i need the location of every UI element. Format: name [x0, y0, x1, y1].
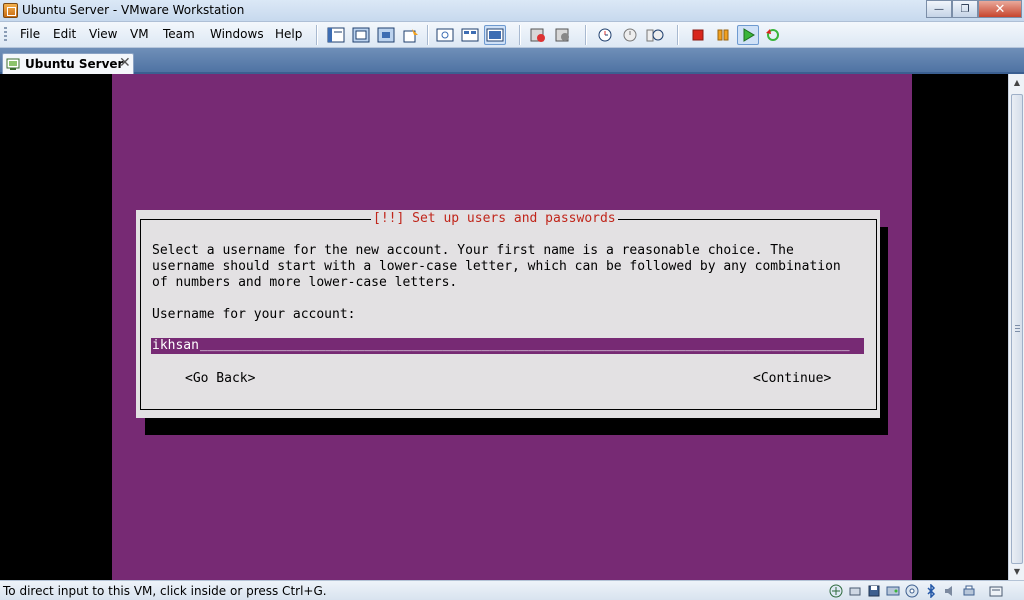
- tab-close-icon[interactable]: ✕: [119, 55, 131, 71]
- clone-manager-icon[interactable]: [644, 25, 666, 45]
- tab-label: Ubuntu Server: [25, 57, 124, 71]
- floppy-icon[interactable]: [866, 583, 882, 599]
- toolbar-separator: [677, 25, 679, 45]
- power-off-icon[interactable]: [687, 25, 709, 45]
- usb-icon[interactable]: [847, 583, 863, 599]
- continue-button[interactable]: <Continue>: [753, 371, 831, 387]
- revert-snapshot-icon[interactable]: [552, 25, 574, 45]
- status-bar: To direct input to this VM, click inside…: [0, 580, 1024, 600]
- menu-help[interactable]: Help: [275, 27, 302, 41]
- menu-file[interactable]: File: [20, 27, 40, 41]
- quick-switch-icon[interactable]: [350, 25, 372, 45]
- clone-icon[interactable]: [619, 25, 641, 45]
- unity-icon[interactable]: [375, 25, 397, 45]
- vm-icon: [6, 58, 20, 70]
- menu-edit[interactable]: Edit: [53, 27, 76, 41]
- vm-tab-bar: Ubuntu Server ✕: [0, 48, 1024, 74]
- restore-button[interactable]: ❐: [952, 0, 978, 18]
- vertical-scrollbar[interactable]: ▲ ▼: [1008, 74, 1024, 580]
- full-screen-icon[interactable]: [325, 25, 347, 45]
- scroll-down-icon[interactable]: ▼: [1011, 566, 1023, 578]
- cd-drive-icon[interactable]: [904, 583, 920, 599]
- dialog-description-line-1: Select a username for the new account. Y…: [152, 243, 794, 258]
- printer-icon[interactable]: [961, 583, 977, 599]
- vmware-app-icon: [3, 3, 18, 18]
- dialog-title: [!!] Set up users and passwords: [371, 211, 618, 227]
- network-icon[interactable]: [828, 583, 844, 599]
- thumbnail-icon[interactable]: [459, 25, 481, 45]
- scroll-up-icon[interactable]: ▲: [1011, 77, 1023, 89]
- toolbar-grip[interactable]: [4, 27, 7, 43]
- toolbar-separator: [585, 25, 587, 45]
- reset-icon[interactable]: [762, 25, 784, 45]
- device-icons: [828, 583, 1004, 599]
- window-controls: — ❐ ✕: [926, 0, 1022, 18]
- menu-team[interactable]: Team: [163, 27, 195, 41]
- scrollbar-thumb[interactable]: [1011, 94, 1023, 564]
- menu-toolbar: File Edit View VM Team Windows Help: [0, 22, 1024, 48]
- snapshot-icon[interactable]: [527, 25, 549, 45]
- power-on-icon[interactable]: [737, 25, 759, 45]
- console-view-icon[interactable]: [434, 25, 456, 45]
- toolbar-separator: [519, 25, 521, 45]
- active-view-icon[interactable]: [484, 25, 506, 45]
- go-back-button[interactable]: <Go Back>: [185, 371, 255, 387]
- window-title: Ubuntu Server - VMware Workstation: [22, 3, 245, 17]
- menu-view[interactable]: View: [89, 27, 117, 41]
- status-message: To direct input to this VM, click inside…: [3, 584, 327, 598]
- dialog-description-line-3: of numbers and more lower-case letters.: [152, 275, 458, 290]
- username-prompt: Username for your account:: [152, 307, 356, 322]
- sound-icon[interactable]: [942, 583, 958, 599]
- hard-disk-icon[interactable]: [885, 583, 901, 599]
- bluetooth-icon[interactable]: [923, 583, 939, 599]
- input-underscore-fill: ________________________________________…: [200, 337, 850, 352]
- toolbar-separator: [316, 25, 318, 45]
- username-value[interactable]: ikhsan: [152, 338, 199, 354]
- snapshot-manager-icon[interactable]: [594, 25, 616, 45]
- message-log-icon[interactable]: [988, 583, 1004, 599]
- menu-windows[interactable]: Windows: [210, 27, 264, 41]
- dialog-description-line-2: username should start with a lower-case …: [152, 259, 841, 274]
- summary-icon[interactable]: [400, 25, 422, 45]
- title-bar: Ubuntu Server - VMware Workstation — ❐ ✕: [0, 0, 1024, 22]
- menu-vm[interactable]: VM: [130, 27, 149, 41]
- minimize-button[interactable]: —: [926, 0, 952, 18]
- tab-ubuntu-server[interactable]: Ubuntu Server ✕: [2, 53, 134, 74]
- close-button[interactable]: ✕: [978, 0, 1022, 18]
- suspend-icon[interactable]: [712, 25, 734, 45]
- toolbar-separator: [427, 25, 429, 45]
